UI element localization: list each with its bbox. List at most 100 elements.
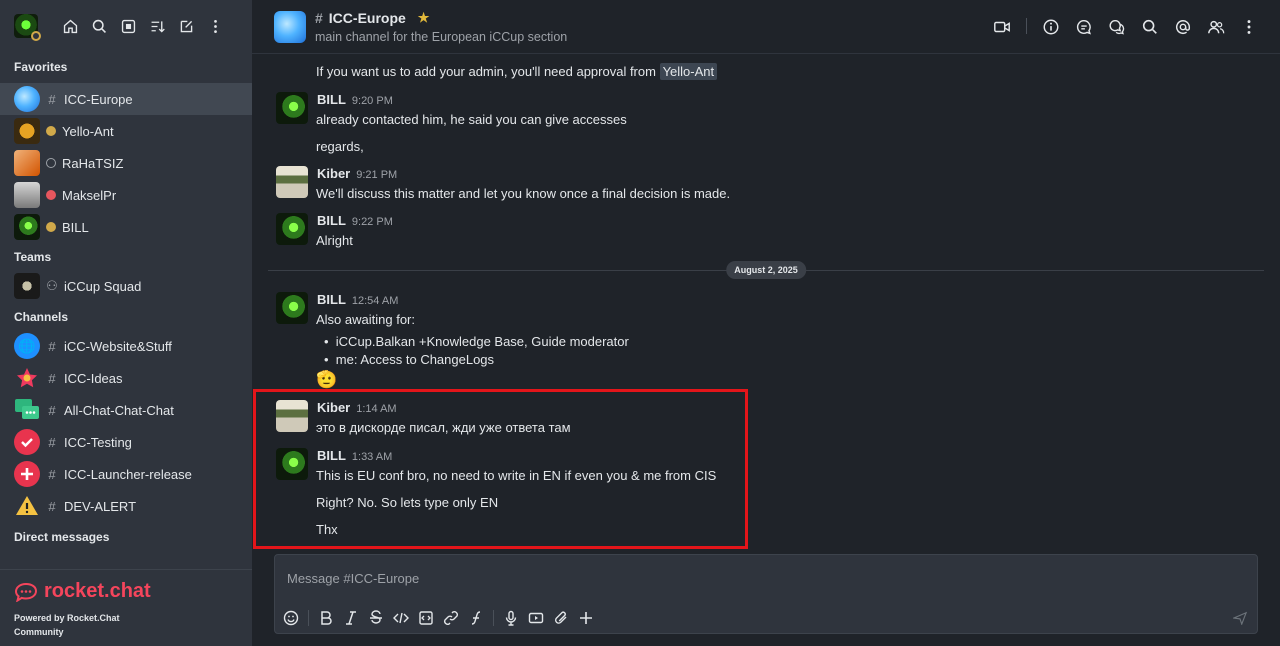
sidebar-item-icc-europe[interactable]: # ICC-Europe xyxy=(0,83,252,115)
message-text: If you want us to add your admin, you'll… xyxy=(316,63,718,80)
strikethrough-icon[interactable] xyxy=(368,610,384,626)
members-icon[interactable] xyxy=(1207,18,1225,36)
author-name[interactable]: BILL xyxy=(317,92,346,107)
bullet-item: • iCCup.Balkan +Knowledge Base, Guide mo… xyxy=(324,334,629,349)
user-mention[interactable]: Yello-Ant xyxy=(659,63,718,80)
sidebar-item-iccup-squad[interactable]: ⚇ iCCup Squad xyxy=(0,270,252,302)
video-call-icon[interactable] xyxy=(993,18,1011,36)
star-badge-icon xyxy=(14,365,40,391)
user-avatar[interactable] xyxy=(14,14,41,41)
channel-avatar xyxy=(14,86,40,112)
hashtag-icon: # xyxy=(48,498,56,514)
plus-icon xyxy=(14,461,40,487)
more-options-icon[interactable] xyxy=(207,18,224,35)
teams-title: Teams xyxy=(14,250,52,264)
sidebar-item-rahatsiz[interactable]: RaHaTSIZ xyxy=(0,147,252,179)
sidebar-item-makselpr[interactable]: MakselPr xyxy=(0,179,252,211)
sidebar-item-label: RaHaTSIZ xyxy=(62,155,124,171)
author-avatar[interactable] xyxy=(276,292,308,324)
directory-icon[interactable] xyxy=(120,18,137,35)
threads-icon[interactable] xyxy=(1075,18,1093,36)
sidebar-item-bill[interactable]: BILL xyxy=(0,211,252,243)
sidebar-item-icc-testing[interactable]: # ICC-Testing xyxy=(0,426,252,458)
message-text: We'll discuss this matter and let you kn… xyxy=(316,186,731,201)
room-avatar[interactable] xyxy=(274,10,306,43)
sidebar-topbar xyxy=(0,0,252,52)
edition-text: Community xyxy=(14,627,64,637)
inline-code-icon[interactable] xyxy=(393,610,409,626)
hashtag-icon: # xyxy=(48,434,56,450)
sidebar-footer: rocket.chat Powered by Rocket.Chat Commu… xyxy=(0,569,252,646)
status-offline-icon xyxy=(46,158,56,168)
sort-icon[interactable] xyxy=(149,18,166,35)
author-name[interactable]: BILL xyxy=(317,213,346,228)
sidebar-item-all-chat[interactable]: # All-Chat-Chat-Chat xyxy=(0,394,252,426)
code-block-icon[interactable] xyxy=(418,610,434,626)
sidebar: Favorites # ICC-Europe Yello-Ant RaHaTSI… xyxy=(0,0,252,646)
sidebar-item-label: BILL xyxy=(62,219,89,235)
room-header: # ICC-Europe ★ main channel for the Euro… xyxy=(252,0,1280,54)
message-time: 9:20 PM xyxy=(351,95,393,107)
kebab-menu-icon[interactable] xyxy=(1240,18,1258,36)
star-icon[interactable]: ★ xyxy=(418,10,430,26)
video-message-icon[interactable] xyxy=(528,610,544,626)
message-text: regards, xyxy=(316,139,364,154)
status-away-icon xyxy=(46,222,56,232)
sidebar-item-label: ICC-Testing xyxy=(64,434,132,450)
sidebar-item-label: All-Chat-Chat-Chat xyxy=(64,402,174,418)
hashtag-icon: # xyxy=(48,370,56,386)
search-icon[interactable] xyxy=(1141,18,1159,36)
sidebar-item-label: iCC-Website&Stuff xyxy=(64,338,172,354)
sidebar-item-label: iCCup Squad xyxy=(64,278,142,294)
hashtag-icon: # xyxy=(315,9,323,26)
author-avatar[interactable] xyxy=(276,213,308,245)
room-title[interactable]: ICC-Europe xyxy=(329,10,406,26)
author-name[interactable]: BILL xyxy=(317,292,346,307)
sidebar-item-icc-website[interactable]: 🌐 # iCC-Website&Stuff xyxy=(0,330,252,362)
checkmark-icon xyxy=(14,429,40,455)
user-avatar xyxy=(14,182,40,208)
emoji-icon[interactable] xyxy=(283,610,299,626)
sidebar-item-label: DEV-ALERT xyxy=(64,498,137,514)
message-text: Alright xyxy=(316,233,353,248)
saluting-face-emoji: 🫡 xyxy=(316,370,338,389)
user-avatar xyxy=(14,118,40,144)
message-input[interactable] xyxy=(275,555,1257,601)
sidebar-item-icc-launcher[interactable]: # ICC-Launcher-release xyxy=(0,458,252,490)
discussion-icon[interactable] xyxy=(1108,18,1126,36)
italic-icon[interactable] xyxy=(343,610,359,626)
powered-by-text: Powered by Rocket.Chat xyxy=(14,613,120,623)
message-text-segment: If you want us to add your admin, you'll… xyxy=(316,64,660,79)
create-new-icon[interactable] xyxy=(178,18,195,35)
sidebar-item-icc-ideas[interactable]: # ICC-Ideas xyxy=(0,362,252,394)
status-away-icon xyxy=(46,126,56,136)
sidebar-item-label: Yello-Ant xyxy=(62,123,114,139)
author-avatar[interactable] xyxy=(276,166,308,198)
chat-bubble-icon xyxy=(14,397,40,423)
mentions-icon[interactable] xyxy=(1174,18,1192,36)
search-icon[interactable] xyxy=(91,18,108,35)
author-avatar[interactable] xyxy=(276,92,308,124)
rocketchat-logo[interactable]: rocket.chat xyxy=(14,580,238,603)
header-separator xyxy=(1026,17,1027,34)
send-icon[interactable] xyxy=(1231,611,1248,630)
favorites-title: Favorites xyxy=(14,60,68,74)
link-icon[interactable] xyxy=(443,610,459,626)
info-icon[interactable] xyxy=(1042,18,1060,36)
microphone-icon[interactable] xyxy=(503,610,519,626)
team-avatar xyxy=(14,273,40,299)
highlight-box xyxy=(253,389,748,549)
sidebar-item-dev-alert[interactable]: # DEV-ALERT xyxy=(0,490,252,522)
message-composer xyxy=(274,554,1258,634)
warning-icon xyxy=(14,493,40,519)
bullet-item: • me: Access to ChangeLogs xyxy=(324,352,495,367)
sidebar-item-yello-ant[interactable]: Yello-Ant xyxy=(0,115,252,147)
plus-icon[interactable] xyxy=(578,610,594,626)
bullet-text: me: Access to ChangeLogs xyxy=(335,352,495,367)
home-icon[interactable] xyxy=(62,18,79,35)
katex-icon[interactable] xyxy=(468,610,484,626)
message-time: 9:21 PM xyxy=(356,169,398,181)
attachment-icon[interactable] xyxy=(553,610,569,626)
author-name[interactable]: Kiber xyxy=(317,166,350,181)
bold-icon[interactable] xyxy=(318,610,334,626)
